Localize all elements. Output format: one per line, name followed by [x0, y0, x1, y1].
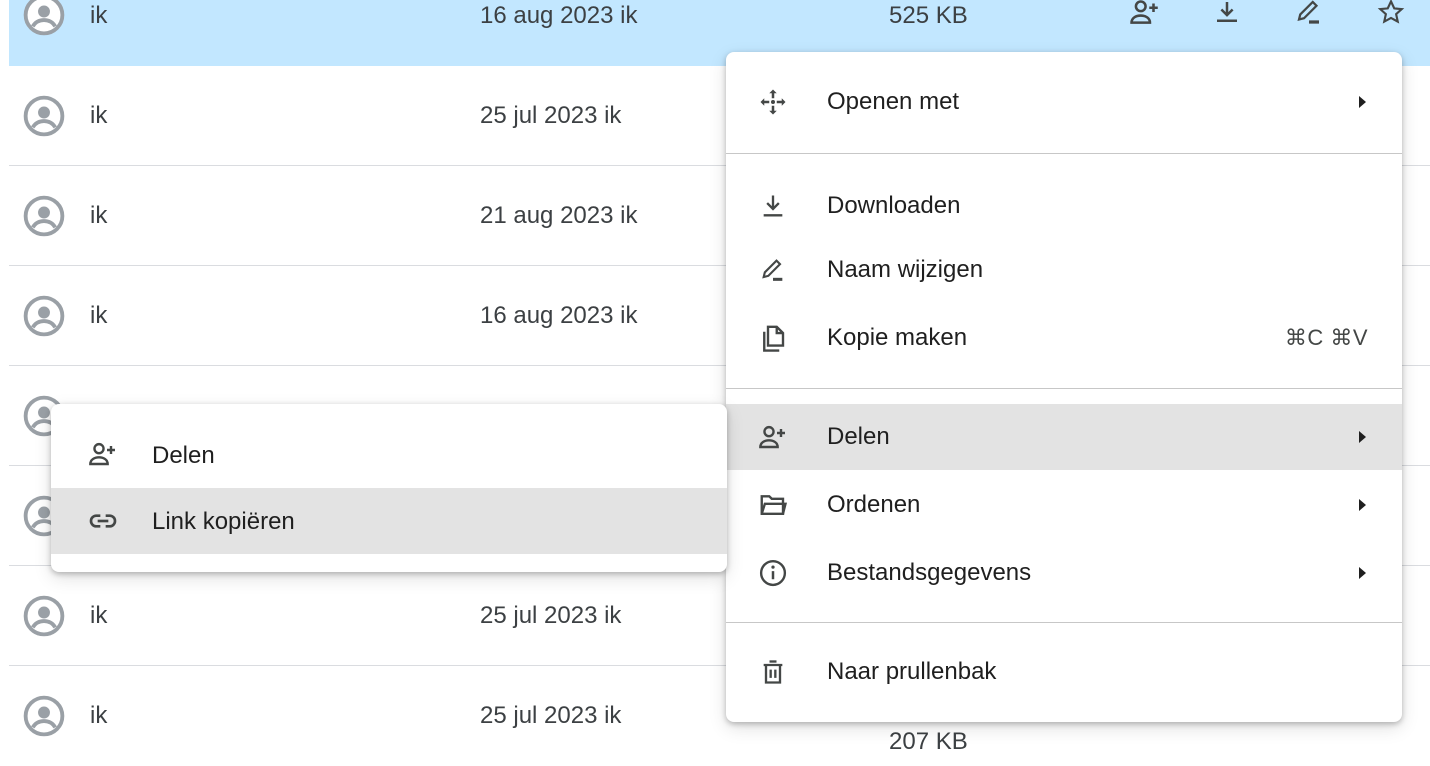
owner-text: ik	[90, 202, 108, 229]
modified-text: 16 aug 2023 ik	[480, 2, 638, 29]
menu-item-organize[interactable]: Ordenen	[726, 473, 1402, 537]
menu-label: Kopie maken	[827, 324, 968, 351]
menu-label: Ordenen	[827, 491, 921, 518]
share-person-icon[interactable]	[1104, 0, 1186, 32]
modified-text: 21 aug 2023 ik	[480, 202, 638, 229]
rename-pencil-icon	[755, 252, 791, 288]
owner-text: ik	[90, 302, 108, 329]
modified-text: 25 jul 2023 ik	[480, 702, 622, 729]
link-icon	[87, 505, 119, 537]
menu-label: Naam wijzigen	[827, 256, 984, 283]
share-person-icon	[755, 419, 791, 455]
avatar-icon	[23, 195, 65, 237]
info-icon	[755, 555, 791, 591]
menu-item-rename[interactable]: Naam wijzigen	[726, 238, 1402, 302]
shortcut-text: ⌘C ⌘V	[1284, 325, 1368, 350]
menu-label: Naar prullenbak	[827, 658, 997, 685]
menu-item-file-info[interactable]: Bestandsgegevens	[726, 541, 1402, 605]
avatar-icon	[23, 295, 65, 337]
menu-divider	[726, 622, 1402, 623]
owner-text: ik	[90, 2, 108, 29]
menu-item-download[interactable]: Downloaden	[726, 174, 1402, 238]
menu-divider	[726, 388, 1402, 389]
row-actions	[1104, 0, 1430, 32]
trash-icon	[755, 654, 791, 690]
menu-label: Openen met	[827, 88, 960, 115]
menu-item-make-copy[interactable]: Kopie maken ⌘C ⌘V	[726, 306, 1402, 370]
submenu-arrow-icon	[1359, 96, 1366, 108]
avatar-icon	[23, 0, 65, 36]
submenu-label: Link kopiëren	[152, 508, 295, 535]
menu-divider	[726, 153, 1402, 154]
context-menu: Openen met Downloaden Naam wijzigen Kopi…	[726, 52, 1402, 722]
modified-text: 16 aug 2023 ik	[480, 302, 638, 329]
star-icon[interactable]	[1350, 0, 1430, 32]
submenu-arrow-icon	[1359, 567, 1366, 579]
submenu-arrow-icon	[1359, 431, 1366, 443]
avatar-icon	[23, 595, 65, 637]
owner-text: ik	[90, 702, 108, 729]
menu-item-share[interactable]: Delen	[726, 404, 1402, 470]
menu-label: Downloaden	[827, 192, 961, 219]
menu-item-trash[interactable]: Naar prullenbak	[726, 640, 1402, 704]
size-text: 525 KB	[889, 2, 968, 29]
submenu-label: Delen	[152, 442, 215, 469]
move-arrows-icon	[755, 84, 791, 120]
owner-text: ik	[90, 602, 108, 629]
avatar-icon	[23, 695, 65, 737]
folder-open-icon	[755, 487, 791, 523]
rename-pencil-icon[interactable]	[1268, 0, 1350, 32]
submenu-item-copy-link[interactable]: Link kopiëren	[51, 488, 727, 554]
avatar-icon	[23, 95, 65, 137]
download-icon[interactable]	[1186, 0, 1268, 32]
share-submenu: Delen Link kopiëren	[51, 404, 727, 572]
download-icon	[755, 188, 791, 224]
size-text: 207 KB	[889, 728, 968, 755]
submenu-item-share[interactable]: Delen	[51, 422, 727, 488]
menu-label: Bestandsgegevens	[827, 559, 1032, 586]
copy-icon	[755, 320, 791, 356]
menu-item-open-with[interactable]: Openen met	[726, 70, 1402, 134]
share-person-icon	[87, 438, 119, 470]
menu-label: Delen	[827, 423, 890, 450]
submenu-arrow-icon	[1359, 499, 1366, 511]
modified-text: 25 jul 2023 ik	[480, 102, 622, 129]
owner-text: ik	[90, 102, 108, 129]
modified-text: 25 jul 2023 ik	[480, 602, 622, 629]
